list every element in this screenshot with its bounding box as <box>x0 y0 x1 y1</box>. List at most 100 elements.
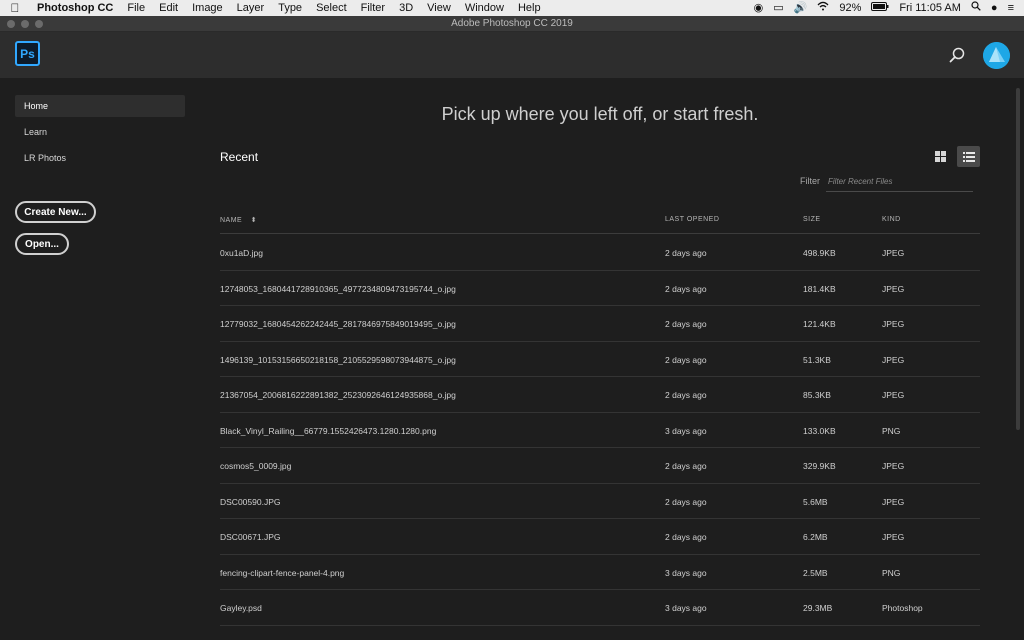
file-name: 1496139_10153156650218158_21055295980739… <box>220 354 456 365</box>
file-last-opened: 2 days ago <box>665 248 707 258</box>
table-row[interactable]: Black_Vinyl_Railing__66779.1552426473.12… <box>220 413 980 448</box>
sidebar: Home Learn LR Photos Create New... Open.… <box>0 78 200 640</box>
file-kind: JPEG <box>882 283 905 294</box>
list-icon <box>962 151 975 162</box>
battery-icon[interactable] <box>871 0 889 16</box>
photoshop-logo: Ps <box>15 41 40 66</box>
file-kind: JPEG <box>882 248 905 258</box>
menu-edit[interactable]: Edit <box>152 2 185 14</box>
status-area: ◉ ▭ 🔊 92% Fri 11:05 AM ● ≡ <box>754 0 1024 16</box>
file-name: 21367054_2006816222891382_25230926461249… <box>220 390 456 400</box>
file-last-opened: 3 days ago <box>665 425 707 436</box>
file-name: DSC00671.JPG <box>220 532 281 542</box>
scrollbar[interactable] <box>1016 88 1020 430</box>
file-size: 2.5MB <box>803 567 828 578</box>
column-header-name[interactable]: NAME ⬍ <box>220 216 257 224</box>
column-header-size[interactable]: SIZE <box>803 216 821 223</box>
close-window-button[interactable] <box>7 20 15 28</box>
file-size: 498.9KB <box>803 248 836 258</box>
filter-label: Filter <box>800 176 820 186</box>
file-kind: JPEG <box>882 354 905 365</box>
file-name: 0xu1aD.jpg <box>220 248 264 258</box>
column-header-last-opened[interactable]: LAST OPENED <box>665 216 719 223</box>
file-kind: JPEG <box>882 532 905 542</box>
menu-view[interactable]: View <box>420 2 458 14</box>
file-last-opened: 3 days ago <box>665 567 707 578</box>
clock[interactable]: Fri 11:05 AM <box>899 2 961 14</box>
notification-center-icon[interactable]: ≡ <box>1008 0 1014 16</box>
window-controls <box>7 20 43 28</box>
menu-layer[interactable]: Layer <box>230 2 272 14</box>
menu-filter[interactable]: Filter <box>354 2 392 14</box>
window-title: Adobe Photoshop CC 2019 <box>451 18 573 29</box>
file-name: 12779032_1680454262242445_28178469758490… <box>220 319 456 329</box>
file-last-opened: 2 days ago <box>665 354 707 365</box>
file-name: Gayley.psd <box>220 603 262 613</box>
minimize-window-button[interactable] <box>21 20 29 28</box>
file-size: 121.4KB <box>803 319 836 329</box>
sidebar-item-home[interactable]: Home <box>15 95 185 117</box>
file-size: 6.2MB <box>803 532 828 542</box>
table-row[interactable]: 21367054_2006816222891382_25230926461249… <box>220 377 980 413</box>
wifi-icon[interactable] <box>817 0 829 16</box>
sidebar-item-learn[interactable]: Learn <box>15 121 185 143</box>
file-last-opened: 2 days ago <box>665 532 707 542</box>
table-row[interactable]: DSC00671.JPG 2 days ago 6.2MB JPEG <box>220 519 980 555</box>
menu-window[interactable]: Window <box>458 2 511 14</box>
open-button[interactable]: Open... <box>15 233 69 255</box>
table-row[interactable]: 1496139_10153156650218158_21055295980739… <box>220 342 980 377</box>
airplay-icon[interactable]: ▭ <box>773 0 783 16</box>
file-last-opened: 2 days ago <box>665 390 707 400</box>
grid-view-button[interactable] <box>929 146 951 167</box>
sidebar-item-lr-photos[interactable]: LR Photos <box>15 147 185 169</box>
creative-cloud-icon[interactable]: ◉ <box>754 0 764 16</box>
menu-type[interactable]: Type <box>271 2 309 14</box>
table-row[interactable]: fencing-clipart-fence-panel-4.png 3 days … <box>220 555 980 590</box>
file-size: 51.3KB <box>803 354 831 365</box>
file-kind: Photoshop <box>882 603 923 613</box>
battery-percent: 92% <box>839 2 862 14</box>
list-view-button[interactable] <box>957 146 980 167</box>
file-name: 12748053_1680441728910365_49772348094731… <box>220 283 456 294</box>
filter-input[interactable] <box>826 172 973 192</box>
file-last-opened: 2 days ago <box>665 283 707 294</box>
siri-icon[interactable]: ● <box>991 0 998 16</box>
file-last-opened: 2 days ago <box>665 461 707 471</box>
search-button[interactable] <box>946 44 968 66</box>
user-avatar[interactable] <box>983 42 1010 69</box>
menu-file[interactable]: File <box>120 2 152 14</box>
table-row[interactable]: cosmos5_0009.jpg 2 days ago 329.9KB JPEG <box>220 448 980 484</box>
volume-icon[interactable]: 🔊 <box>794 0 808 16</box>
file-size: 329.9KB <box>803 461 836 471</box>
table-row[interactable]: DSC00590.JPG 2 days ago 5.6MB JPEG <box>220 484 980 519</box>
file-kind: PNG <box>882 567 901 578</box>
apple-menu-icon[interactable]:  <box>0 1 30 15</box>
spotlight-search-icon[interactable] <box>971 0 981 16</box>
table-header: NAME ⬍ LAST OPENED SIZE KIND <box>220 210 980 234</box>
recent-title: Recent <box>220 150 259 164</box>
column-header-kind[interactable]: KIND <box>882 216 901 223</box>
search-icon <box>949 47 965 63</box>
table-row[interactable]: 12748053_1680441728910365_49772348094731… <box>220 271 980 306</box>
create-new-button[interactable]: Create New... <box>15 201 96 223</box>
file-size: 29.3MB <box>803 603 833 613</box>
menu-help[interactable]: Help <box>511 2 548 14</box>
grid-icon <box>934 151 946 162</box>
page-headline: Pick up where you left off, or start fre… <box>441 104 759 124</box>
file-kind: JPEG <box>882 496 905 507</box>
zoom-window-button[interactable] <box>35 20 43 28</box>
menu-select[interactable]: Select <box>309 2 354 14</box>
menu-3d[interactable]: 3D <box>392 2 420 14</box>
recent-files-list: 0xu1aD.jpg 2 days ago 498.9KB JPEG 12748053_… <box>220 235 980 626</box>
table-row[interactable]: Gayley.psd 3 days ago 29.3MB Photoshop <box>220 590 980 626</box>
menu-image[interactable]: Image <box>185 2 230 14</box>
file-size: 133.0KB <box>803 425 836 436</box>
app-header: Ps <box>0 32 1024 78</box>
table-row[interactable]: 12779032_1680454262242445_28178469758490… <box>220 306 980 342</box>
file-kind: JPEG <box>882 390 905 400</box>
menu-app-name[interactable]: Photoshop CC <box>30 2 120 14</box>
file-kind: PNG <box>882 425 901 436</box>
file-size: 181.4KB <box>803 283 836 294</box>
file-size: 5.6MB <box>803 496 828 507</box>
table-row[interactable]: 0xu1aD.jpg 2 days ago 498.9KB JPEG <box>220 235 980 271</box>
